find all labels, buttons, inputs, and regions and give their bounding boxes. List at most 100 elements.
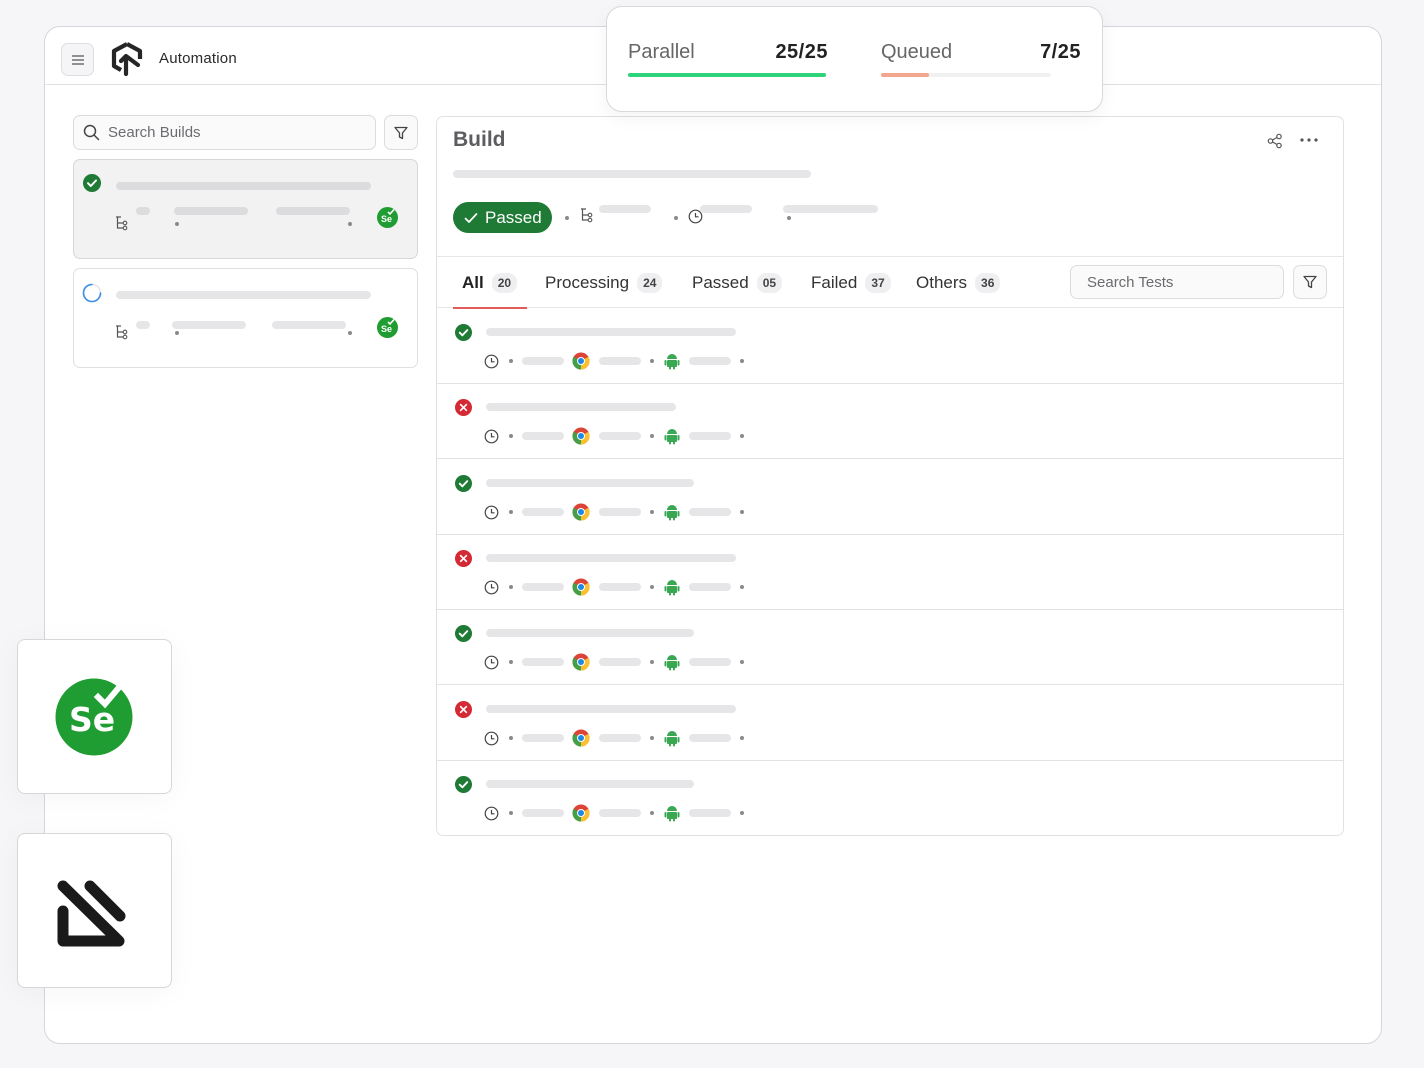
tests-filter-button[interactable] xyxy=(1293,265,1327,299)
duration-placeholder xyxy=(522,357,564,365)
test-row[interactable] xyxy=(437,384,1343,460)
chrome-browser-icon xyxy=(572,653,590,671)
builds-filter-button[interactable] xyxy=(384,115,418,150)
browser-version-placeholder xyxy=(599,733,641,742)
hamburger-menu-icon xyxy=(71,54,84,65)
test-row[interactable] xyxy=(437,535,1343,610)
browser-version-placeholder xyxy=(599,507,641,516)
os-version-placeholder xyxy=(689,507,731,516)
tab-failed[interactable]: Failed 37 xyxy=(811,273,891,293)
passed-status-icon xyxy=(455,625,472,643)
separator-dot xyxy=(509,509,513,514)
test-row[interactable] xyxy=(437,761,1343,836)
tab-processing[interactable]: Processing 24 xyxy=(545,273,663,293)
search-tests-field[interactable] xyxy=(1070,265,1286,299)
tab-others[interactable]: Others 36 xyxy=(916,273,1001,293)
os-version-placeholder xyxy=(689,658,731,667)
tab-count-badge: 05 xyxy=(756,273,783,293)
separator-dot xyxy=(509,434,513,439)
separator-dot xyxy=(650,434,654,439)
selenium-logo-icon: Se xyxy=(377,317,398,338)
test-name-placeholder xyxy=(486,779,694,788)
separator-dot xyxy=(650,359,654,363)
separator-dot xyxy=(509,584,513,589)
share-icon[interactable] xyxy=(1267,133,1283,149)
timestamp-placeholder xyxy=(783,205,878,213)
test-name-placeholder xyxy=(486,629,694,638)
passed-status-icon xyxy=(455,324,472,341)
tab-label: All xyxy=(462,273,484,292)
separator-dot xyxy=(740,810,744,815)
lambdatest-logo-icon xyxy=(111,42,143,77)
test-name-placeholder xyxy=(486,403,676,412)
clock-icon xyxy=(484,354,499,369)
separator-dot xyxy=(650,660,654,665)
test-name-placeholder xyxy=(486,328,736,336)
separator-dot xyxy=(565,216,569,220)
separator-dot xyxy=(175,331,179,335)
browser-version-placeholder xyxy=(599,357,641,365)
android-os-icon xyxy=(664,655,680,671)
tab-passed[interactable]: Passed 05 xyxy=(692,273,783,293)
queued-progress-track xyxy=(881,73,1051,77)
build-card[interactable]: Se xyxy=(73,268,418,368)
chrome-browser-icon xyxy=(572,804,590,822)
parallel-label: Parallel xyxy=(628,41,695,63)
parallel-progress-track xyxy=(628,73,826,77)
test-name-placeholder xyxy=(486,553,736,562)
build-title: Build xyxy=(453,128,506,151)
branch-icon xyxy=(116,216,128,231)
framework-integration-tile[interactable] xyxy=(17,833,172,988)
branch-icon xyxy=(581,208,593,223)
tab-label: Others xyxy=(916,273,968,292)
build-details-panel: Build Passed All 20 Processing 24 Passed 05 Fa… xyxy=(436,116,1344,836)
clock-icon xyxy=(484,580,499,595)
separator-dot xyxy=(740,660,744,665)
test-name-placeholder xyxy=(486,704,736,713)
test-row[interactable] xyxy=(437,610,1343,686)
queued-progress-fill xyxy=(881,73,929,77)
search-builds-input[interactable] xyxy=(108,124,308,141)
search-tests-input[interactable] xyxy=(1087,273,1286,291)
chrome-browser-icon xyxy=(572,352,590,370)
separator-dot xyxy=(509,810,513,815)
placeholder xyxy=(136,321,150,329)
menu-button[interactable] xyxy=(61,43,94,76)
separator-dot xyxy=(740,509,744,514)
browser-version-placeholder xyxy=(599,658,641,667)
tab-label: Processing xyxy=(545,273,630,292)
android-os-icon xyxy=(664,730,680,746)
test-row[interactable] xyxy=(437,686,1343,761)
tab-all[interactable]: All 20 xyxy=(462,273,518,293)
queued-value: 7/25 xyxy=(1040,41,1081,63)
android-os-icon xyxy=(664,429,680,445)
separator-dot xyxy=(787,216,791,220)
test-row[interactable] xyxy=(437,309,1343,384)
failed-status-icon xyxy=(455,700,472,718)
chrome-browser-icon xyxy=(572,427,590,445)
more-options-icon[interactable] xyxy=(1299,137,1319,143)
svg-text:Se: Se xyxy=(69,700,115,739)
selenium-logo-icon: Se xyxy=(377,207,398,228)
passed-status-icon xyxy=(455,775,472,793)
tab-count-badge: 37 xyxy=(865,273,891,293)
running-spinner-icon xyxy=(82,283,102,303)
test-row[interactable] xyxy=(437,460,1343,535)
duration-placeholder xyxy=(522,507,564,516)
separator-dot xyxy=(650,735,654,740)
branch-icon xyxy=(116,325,128,340)
concurrency-card: Parallel 25/25 Queued 7/25 xyxy=(606,6,1103,112)
chrome-browser-icon xyxy=(572,578,590,596)
build-card[interactable]: Se xyxy=(73,159,418,259)
tab-label: Passed xyxy=(692,273,749,292)
separator-dot xyxy=(650,509,654,514)
separator-dot xyxy=(650,810,654,815)
build-description-placeholder xyxy=(453,170,811,178)
os-version-placeholder xyxy=(689,808,731,817)
filter-icon xyxy=(1303,275,1317,289)
android-os-icon xyxy=(664,354,680,370)
selenium-integration-tile[interactable]: Se xyxy=(17,639,172,794)
search-builds-field[interactable] xyxy=(73,115,376,150)
automation-framework-logo-icon xyxy=(57,880,125,946)
parallel-progress-fill xyxy=(628,73,826,77)
